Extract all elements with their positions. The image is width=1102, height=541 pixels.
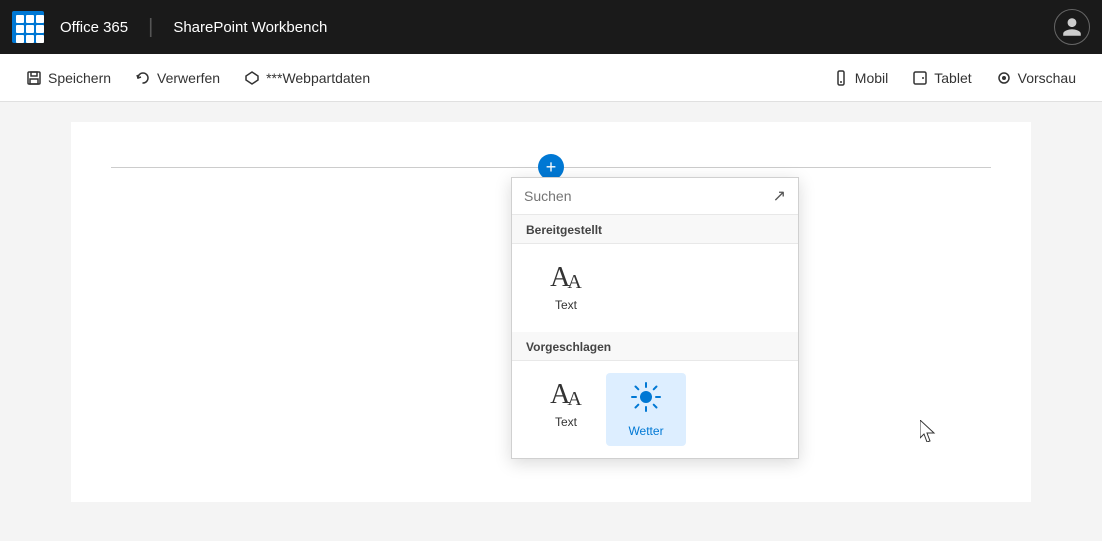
save-icon <box>26 70 42 86</box>
workbench-label: SharePoint Workbench <box>173 19 327 36</box>
tablet-icon <box>912 70 928 86</box>
mobile-icon <box>833 70 849 86</box>
preview-button[interactable]: Vorschau <box>986 64 1086 92</box>
toolbar: Speichern Verwerfen ***Webpartdaten Mobi… <box>0 54 1102 102</box>
suggested-text-aa-icon: AA <box>550 381 582 409</box>
toolbar-right: Mobil Tablet Vorschau <box>823 64 1086 92</box>
weather-item[interactable]: Wetter <box>606 373 686 446</box>
section-suggested-label: Vorgeschlagen <box>512 332 798 361</box>
canvas: + ↗ Bereitgestellt AA Text Vorgeschlagen <box>71 122 1031 502</box>
tablet-button[interactable]: Tablet <box>902 64 981 92</box>
provided-text-label: Text <box>555 298 577 312</box>
picker-search-row: ↗ <box>512 178 798 215</box>
provided-items: AA Text <box>512 244 798 332</box>
mobile-button[interactable]: Mobil <box>823 64 898 92</box>
top-navigation: Office 365 | SharePoint Workbench <box>0 0 1102 54</box>
suggested-items: AA Text <box>512 361 798 458</box>
nav-divider: | <box>148 16 153 39</box>
weather-label: Wetter <box>628 424 663 438</box>
weather-sun-icon <box>630 381 662 418</box>
suggested-text-label: Text <box>555 415 577 429</box>
text-aa-icon: AA <box>550 264 582 292</box>
user-avatar[interactable] <box>1054 9 1090 45</box>
undo-icon <box>135 70 151 86</box>
suggested-text-item[interactable]: AA Text <box>526 373 606 446</box>
webpartdata-button[interactable]: ***Webpartdaten <box>234 64 380 92</box>
save-button[interactable]: Speichern <box>16 64 121 92</box>
office365-label: Office 365 <box>60 19 128 36</box>
webpart-picker: ↗ Bereitgestellt AA Text Vorgeschlagen A… <box>511 177 799 459</box>
section-provided-label: Bereitgestellt <box>512 215 798 244</box>
waffle-icon[interactable] <box>12 11 44 43</box>
picker-search-input[interactable] <box>524 188 765 204</box>
expand-icon[interactable]: ↗ <box>773 186 786 206</box>
cursor <box>920 420 936 442</box>
preview-icon <box>996 70 1012 86</box>
provided-text-item[interactable]: AA Text <box>526 256 606 320</box>
discard-button[interactable]: Verwerfen <box>125 64 230 92</box>
webpart-icon <box>244 70 260 86</box>
main-canvas-area: + ↗ Bereitgestellt AA Text Vorgeschlagen <box>0 102 1102 541</box>
